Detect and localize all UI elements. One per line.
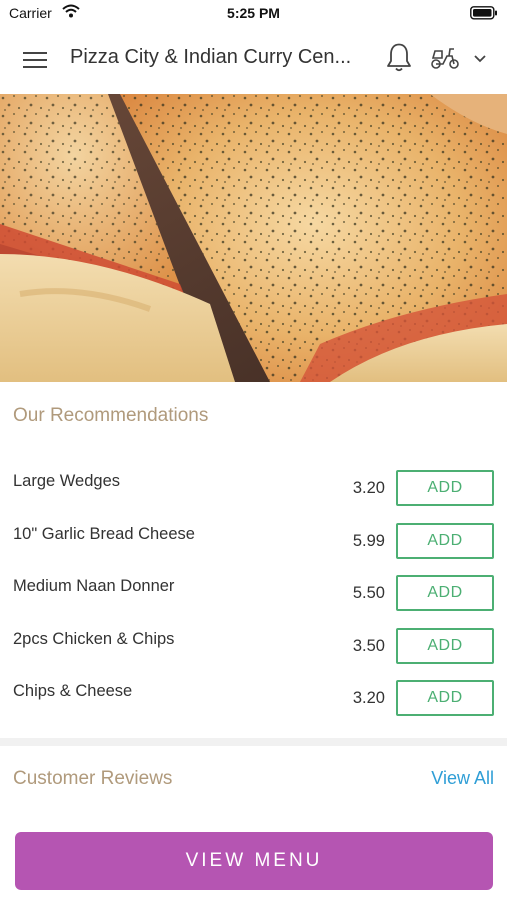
hamburger-menu-icon[interactable]: [22, 49, 48, 71]
hero-pizza-image: [0, 94, 507, 382]
list-item: 2pcs Chicken & Chips 3.50 ADD: [0, 618, 507, 671]
list-item: Medium Naan Donner 5.50 ADD: [0, 565, 507, 618]
item-name: Medium Naan Donner: [13, 577, 175, 595]
add-button[interactable]: ADD: [396, 680, 494, 716]
customer-reviews-title: Customer Reviews: [13, 768, 173, 789]
add-button[interactable]: ADD: [396, 470, 494, 506]
item-price: 5.99: [352, 531, 385, 550]
list-item: Large Wedges 3.20 ADD: [0, 460, 507, 513]
item-price: 3.20: [352, 689, 385, 707]
section-divider: [0, 738, 507, 746]
item-price: 5.50: [352, 584, 385, 602]
item-price: 3.20: [352, 479, 385, 497]
scooter-icon: [430, 44, 460, 77]
add-button[interactable]: ADD: [396, 522, 494, 559]
restaurant-title: Pizza City & Indian Curry Cen...: [70, 46, 352, 68]
item-name: Chips & Cheese: [13, 682, 133, 700]
delivery-mode-selector[interactable]: [430, 44, 492, 72]
add-button[interactable]: ADD: [396, 627, 494, 664]
recommendations-title: Our Recommendations: [13, 405, 209, 426]
list-item: 10" Garlic Bread Cheese 5.99 ADD: [0, 513, 507, 566]
item-name: Large Wedges: [13, 472, 121, 490]
item-name: 10" Garlic Bread Cheese: [13, 524, 195, 543]
recommendations-list: Large Wedges 3.20 ADD 10" Garlic Bread C…: [0, 460, 507, 723]
chevron-down-icon: [473, 52, 487, 70]
carrier-label: Carrier: [9, 5, 52, 21]
bell-icon[interactable]: [385, 42, 413, 74]
add-button[interactable]: ADD: [396, 575, 494, 611]
item-price: 3.50: [352, 636, 385, 655]
wifi-icon: [62, 4, 80, 21]
status-bar: Carrier 5:25 PM: [0, 0, 507, 26]
list-item: Chips & Cheese 3.20 ADD: [0, 670, 507, 723]
app-header: Pizza City & Indian Curry Cen...: [0, 26, 507, 94]
item-name: 2pcs Chicken & Chips: [13, 629, 175, 648]
view-menu-button[interactable]: VIEW MENU: [15, 832, 493, 890]
battery-icon: [470, 6, 498, 23]
view-all-link[interactable]: View All: [431, 768, 494, 789]
